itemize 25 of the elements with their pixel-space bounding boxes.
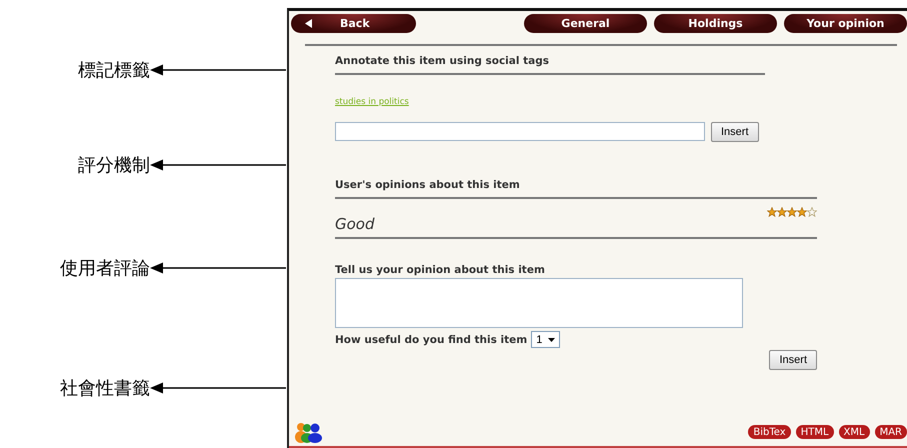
nav-tab[interactable]: Holdings <box>654 14 777 33</box>
nav-tab[interactable]: Your opinion <box>784 14 907 33</box>
usefulness-dropdown[interactable]: 1 <box>531 331 560 348</box>
people-icon <box>293 421 325 443</box>
export-button[interactable]: BibTex <box>748 425 791 439</box>
usefulness-label: How useful do you find this item <box>335 334 528 346</box>
export-button[interactable]: MAR <box>874 425 907 439</box>
nav-tab[interactable]: General <box>524 14 647 33</box>
export-button[interactable]: HTML <box>796 425 834 439</box>
insert-button[interactable]: Insert <box>769 350 817 370</box>
annotation-label: 標記標籤 <box>77 59 150 82</box>
annotation-label: 評分機制 <box>77 154 150 177</box>
annotation-label: 使用者評論 <box>59 257 150 280</box>
opinion-text: Good <box>335 215 376 233</box>
section-heading: Tell us your opinion about this item <box>335 264 546 276</box>
export-button[interactable]: XML <box>838 425 870 439</box>
section-heading: Annotate this item using social tags <box>335 55 550 67</box>
back-button[interactable]: Back <box>291 14 416 33</box>
opinion-text-area[interactable] <box>335 278 743 328</box>
caret-icon <box>548 338 556 342</box>
tag-input-field[interactable] <box>335 122 705 141</box>
insert-button[interactable]: Insert <box>711 122 759 142</box>
section-heading: User's opinions about this item <box>335 179 521 191</box>
left-triangle-icon <box>305 19 312 28</box>
annotation-label: 社會性書籤 <box>59 377 150 400</box>
